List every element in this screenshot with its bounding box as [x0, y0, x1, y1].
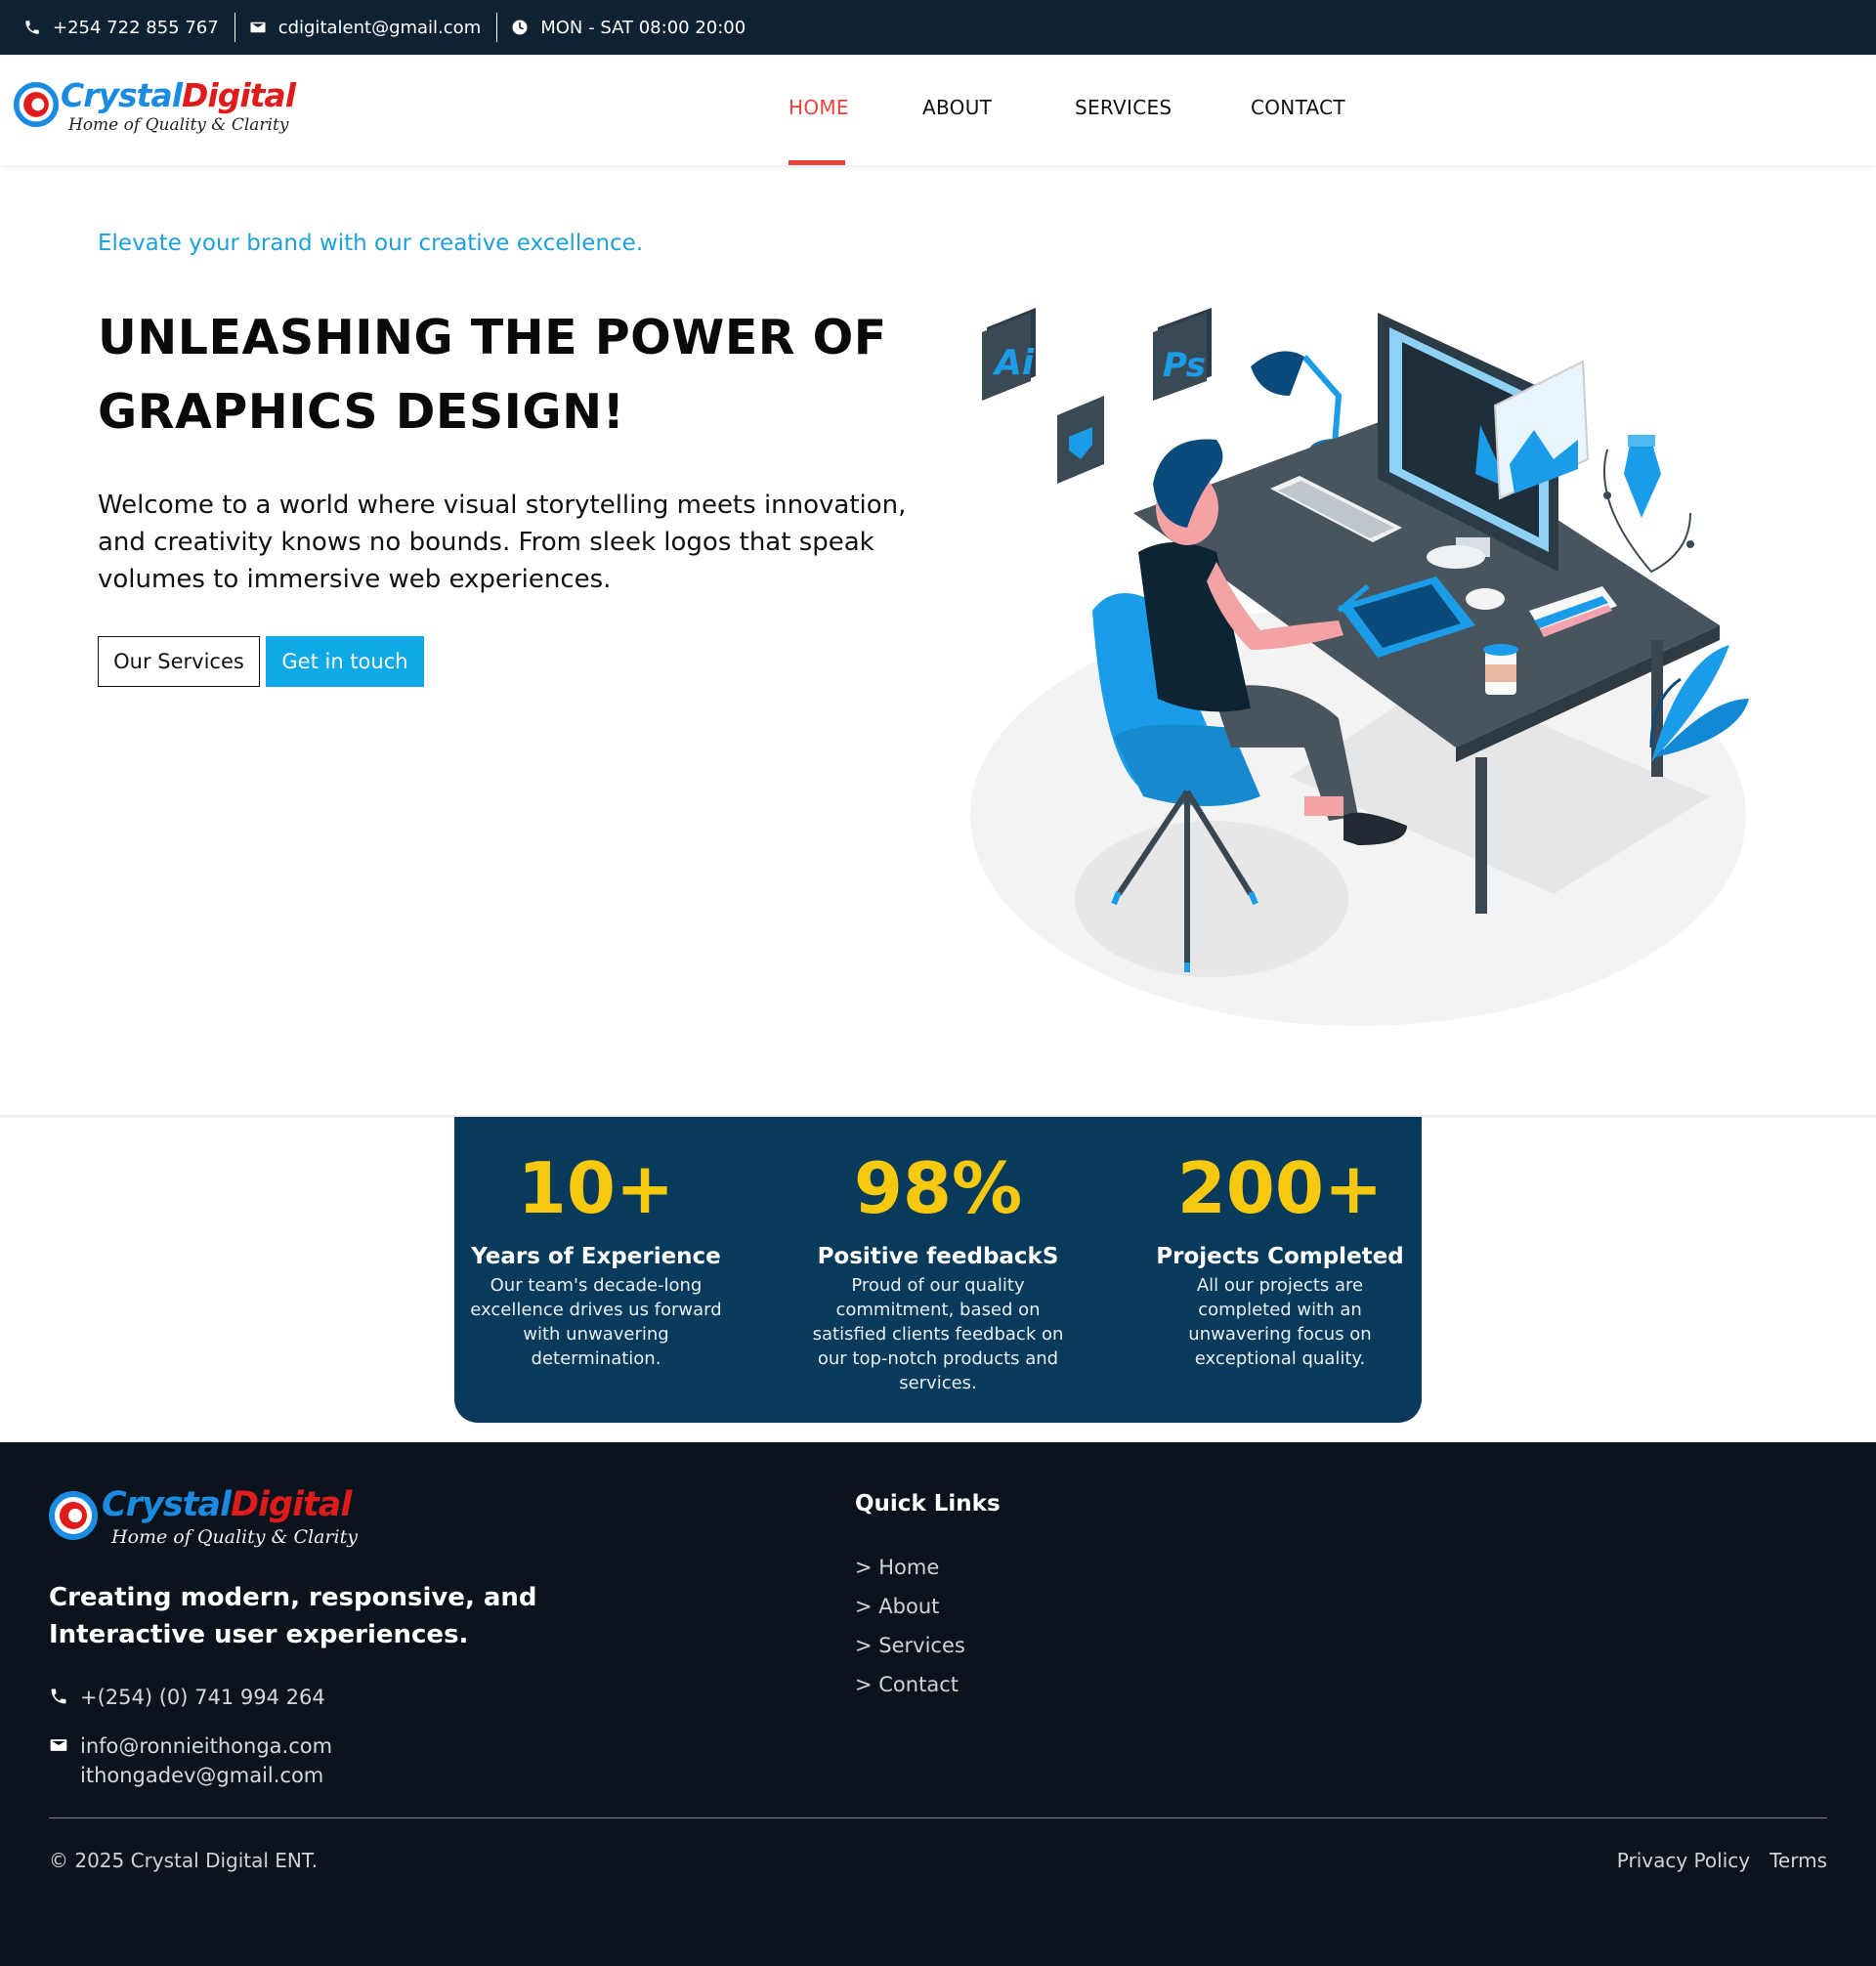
logo-wordmark: CrystalDigital	[61, 76, 296, 114]
footer-tagline: Creating modern, responsive, and Interac…	[49, 1583, 537, 1649]
sketch-app-icon	[1057, 396, 1104, 484]
footer-logo[interactable]: CrystalDigital Home of Quality & Clarity	[49, 1485, 371, 1554]
logo-tagline: Home of Quality & Clarity	[111, 1526, 358, 1548]
stat-label: Positive feedbackS	[817, 1244, 1059, 1269]
stats-panel: 10+ Years of Experience Our team's decad…	[454, 1117, 1422, 1423]
footer-phone-text: +(254) (0) 741 994 264	[80, 1686, 325, 1709]
stat-label: Projects Completed	[1156, 1244, 1404, 1269]
stat-feedback: 98% Positive feedbackS Proud of our qual…	[811, 1117, 1065, 1395]
footer-email-secondary[interactable]: ithongadev@gmail.com	[80, 1761, 332, 1790]
nav-active-indicator	[789, 160, 845, 165]
phone-icon	[23, 19, 41, 36]
hero-title: UNLEASHING THE POWER OF GRAPHICS DESIGN!	[98, 301, 899, 449]
ps-app-icon: Ps	[1153, 308, 1212, 401]
stat-description: Our team's decade-long excellence drives…	[470, 1275, 722, 1369]
quick-links-title: Quick Links	[855, 1491, 1001, 1517]
footer-emails[interactable]: info@ronnieithonga.com ithongadev@gmail.…	[49, 1731, 332, 1790]
nav-contact[interactable]: CONTACT	[1251, 96, 1345, 119]
topbar-hours-text: MON - SAT 08:00 20:00	[540, 17, 746, 38]
topbar-phone-text: +254 722 855 767	[53, 17, 219, 38]
quick-link-services[interactable]: > Services	[855, 1626, 965, 1665]
mail-icon	[49, 1735, 68, 1755]
svg-text:Ai: Ai	[992, 343, 1035, 383]
top-contact-bar: +254 722 855 767 cdigitalent@gmail.com M…	[0, 0, 1876, 55]
nav-home[interactable]: HOME	[789, 96, 849, 119]
privacy-policy-link[interactable]: Privacy Policy	[1617, 1849, 1750, 1872]
stat-experience: 10+ Years of Experience Our team's decad…	[469, 1117, 723, 1371]
logo-tagline: Home of Quality & Clarity	[68, 115, 289, 135]
logo-word-digital: Digital	[182, 76, 296, 114]
topbar-email-text: cdigitalent@gmail.com	[277, 17, 482, 38]
brand-logo[interactable]: CrystalDigital Home of Quality & Clarity	[14, 76, 296, 145]
get-in-touch-button[interactable]: Get in touch	[266, 636, 424, 687]
logo-word-crystal: Crystal	[61, 76, 183, 114]
hero-subtitle: Elevate your brand with our creative exc…	[98, 231, 644, 256]
stat-description: All our projects are completed with an u…	[1188, 1275, 1372, 1369]
stat-value: 98%	[853, 1147, 1023, 1229]
logo-word-crystal: Crystal	[102, 1485, 232, 1524]
clock-icon	[511, 19, 529, 36]
svg-text:Ps: Ps	[1163, 346, 1206, 385]
our-services-button[interactable]: Our Services	[98, 636, 260, 687]
hero-description: Welcome to a world where visual storytel…	[98, 491, 907, 594]
quick-links-list: > Home > About > Services > Contact	[855, 1548, 965, 1704]
hero-title-line-2: GRAPHICS DESIGN!	[98, 384, 625, 440]
topbar-phone[interactable]: +254 722 855 767	[23, 18, 234, 38]
legal-links: Privacy Policy Terms	[1617, 1849, 1827, 1872]
topbar-email[interactable]: cdigitalent@gmail.com	[234, 13, 497, 42]
quick-link-about[interactable]: > About	[855, 1587, 965, 1626]
footer-email-primary[interactable]: info@ronnieithonga.com	[80, 1731, 332, 1761]
site-footer: CrystalDigital Home of Quality & Clarity…	[0, 1442, 1876, 1966]
logo-word-digital: Digital	[230, 1485, 352, 1524]
stat-projects: 200+ Projects Completed All our projects…	[1153, 1117, 1407, 1371]
stat-description: Proud of our quality commitment, based o…	[812, 1275, 1064, 1393]
logo-mark-icon	[14, 82, 59, 127]
logo-wordmark: CrystalDigital	[102, 1485, 352, 1524]
topbar-hours: MON - SAT 08:00 20:00	[496, 13, 761, 42]
stat-label: Years of Experience	[471, 1244, 721, 1269]
ai-app-icon: Ai	[982, 308, 1036, 401]
stat-value: 10+	[517, 1147, 675, 1229]
nav-about[interactable]: ABOUT	[922, 96, 992, 119]
mail-icon	[249, 19, 267, 36]
site-header: CrystalDigital Home of Quality & Clarity…	[0, 55, 1876, 165]
quick-link-contact[interactable]: > Contact	[855, 1665, 965, 1704]
footer-divider	[49, 1817, 1827, 1818]
hero-illustration: Ai Ps	[970, 308, 1749, 1026]
terms-link[interactable]: Terms	[1769, 1849, 1827, 1872]
copyright: © 2025 Crystal Digital ENT.	[49, 1849, 319, 1872]
stat-value: 200+	[1176, 1147, 1384, 1229]
footer-phone[interactable]: +(254) (0) 741 994 264	[49, 1683, 325, 1712]
phone-icon	[49, 1687, 68, 1706]
pen-tool-icon	[1603, 435, 1694, 574]
logo-mark-icon	[49, 1491, 98, 1540]
nav-services[interactable]: SERVICES	[1075, 96, 1172, 119]
quick-link-home[interactable]: > Home	[855, 1548, 965, 1587]
hero-title-line-1: UNLEASHING THE POWER OF	[98, 310, 887, 365]
